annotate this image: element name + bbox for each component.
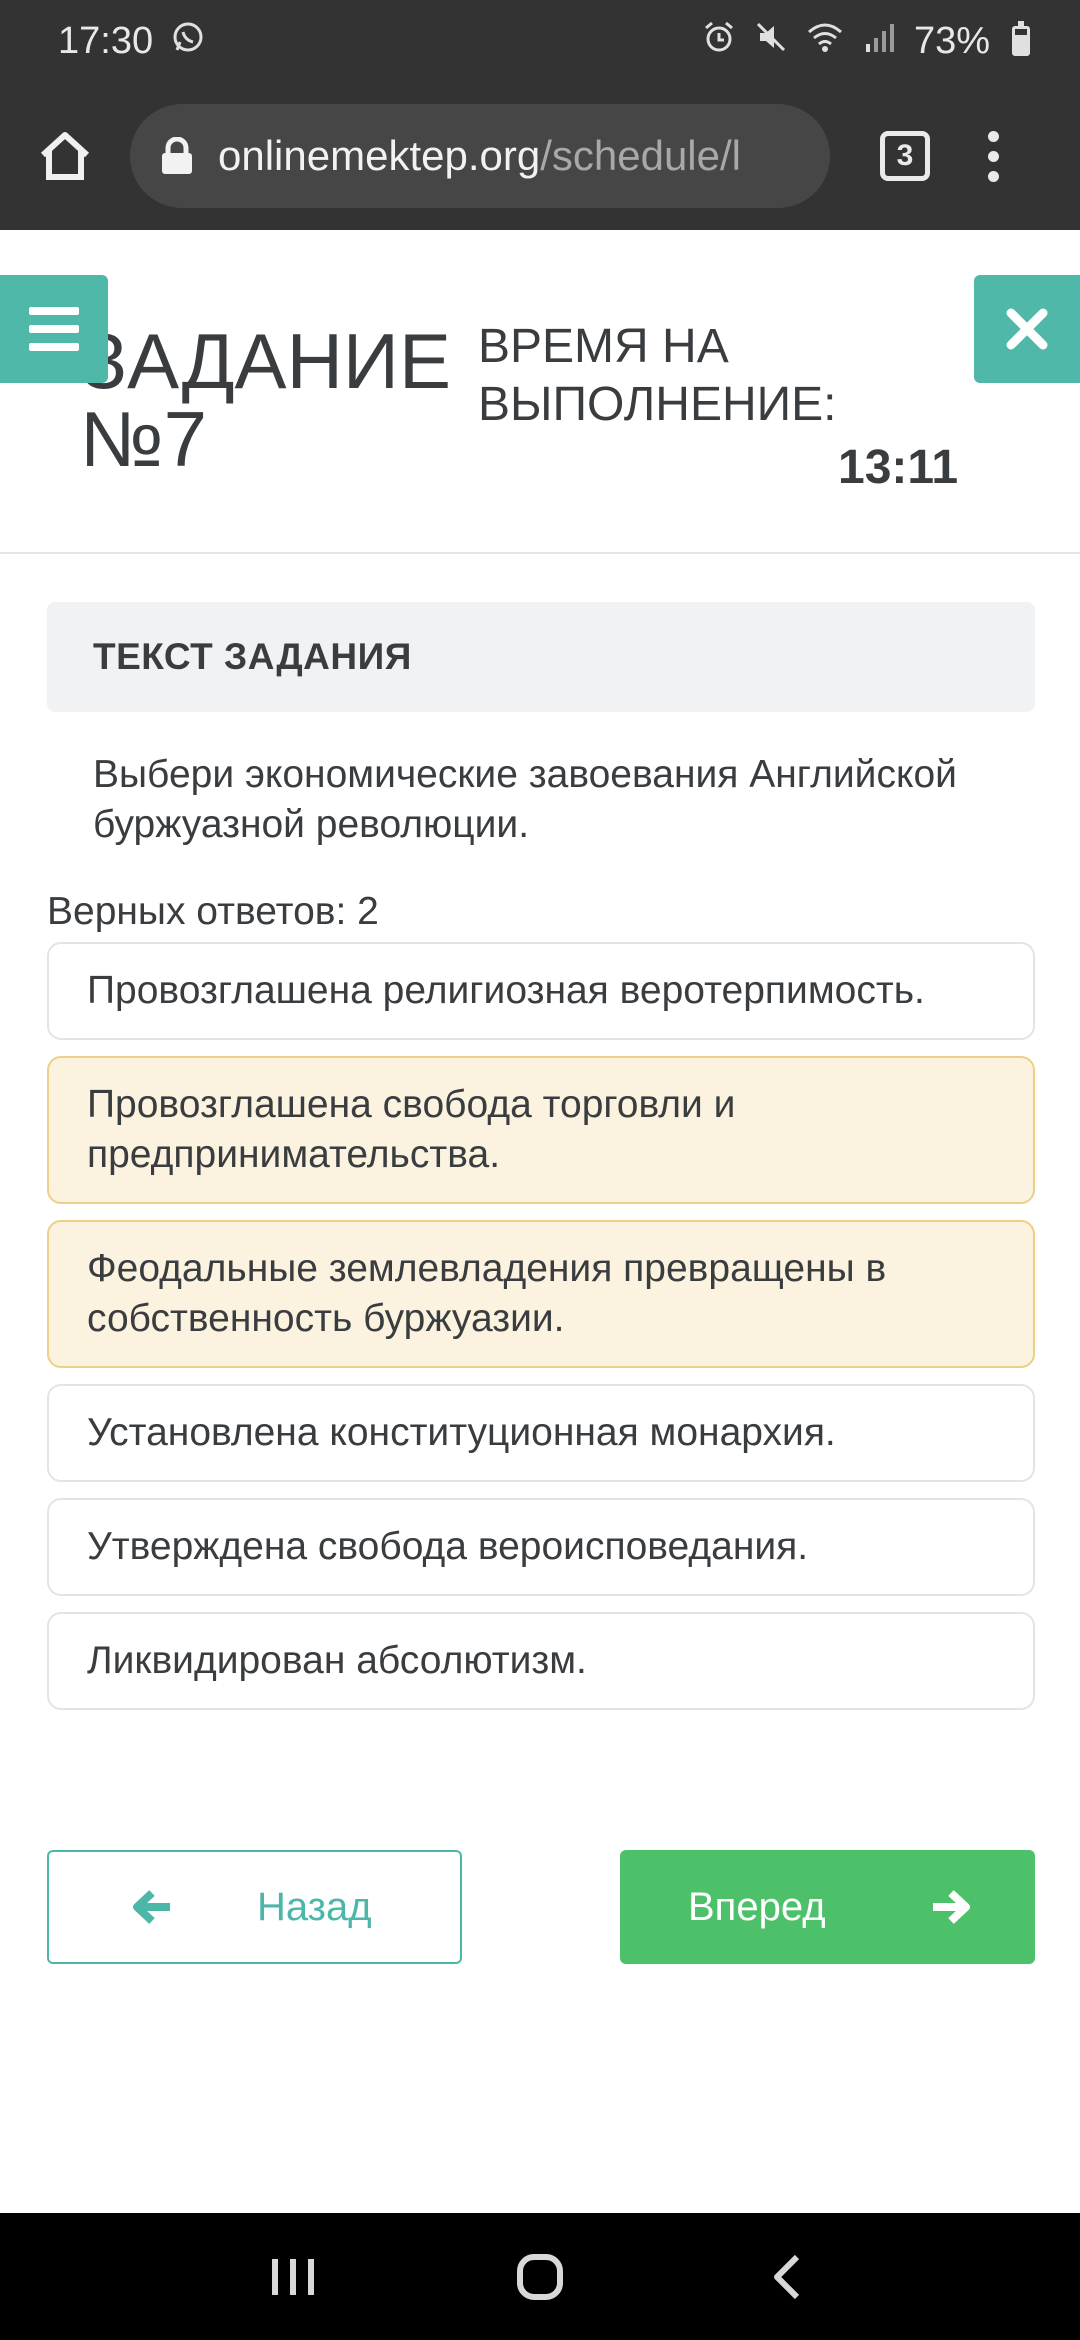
time-label-line2: ВЫПОЛНЕНИЕ:: [478, 378, 837, 431]
page-content: ЗАДАНИЕ №7 ВРЕМЯ НА ВЫПОЛНЕНИЕ: 13:11 ТЕ…: [0, 230, 1080, 2213]
menu-icon[interactable]: [0, 275, 108, 383]
status-time: 17:30: [58, 19, 154, 62]
close-icon: [1006, 308, 1048, 350]
time-label: ВРЕМЯ НА ВЫПОЛНЕНИЕ:: [478, 318, 878, 434]
signal-icon: [862, 20, 896, 62]
time-remaining: 13:11: [838, 441, 959, 494]
home-icon: [40, 132, 90, 180]
task-title: ЗАДАНИЕ №7: [80, 322, 451, 478]
alarm-icon: [702, 20, 736, 62]
header-divider: [0, 552, 1080, 554]
answer-option[interactable]: Провозглашена свобода торговли и предпри…: [47, 1056, 1035, 1204]
home-nav-icon: [516, 2253, 563, 2300]
url-domain: onlinemektep.org: [218, 132, 541, 179]
task-title-line2: №7: [80, 395, 208, 483]
time-label-line1: ВРЕМЯ НА: [478, 320, 729, 373]
status-bar: 17:30 73%: [0, 0, 1080, 82]
browser-toolbar: onlinemektep.org/schedule/l 3: [0, 82, 1080, 230]
battery-percent: 73%: [913, 19, 990, 62]
correct-answers-count: Верных ответов: 2: [47, 890, 379, 933]
system-navigation-bar: [0, 2213, 1080, 2340]
answer-option[interactable]: Установлена конституционная монархия.: [47, 1384, 1035, 1482]
task-text-heading: ТЕКСТ ЗАДАНИЯ: [93, 636, 412, 677]
answer-option-label: Феодальные землевладения превращены в со…: [87, 1247, 887, 1340]
url-path: /schedule/l: [540, 132, 741, 179]
close-button[interactable]: [974, 275, 1080, 383]
lock-icon: [162, 137, 192, 174]
answer-option-label: Ликвидирован абсолютизм.: [87, 1639, 587, 1682]
whatsapp-icon: [171, 20, 205, 62]
back-button[interactable]: Назад: [47, 1850, 462, 1964]
recent-apps-icon: [272, 2258, 315, 2295]
status-left: 17:30: [58, 20, 205, 63]
home-nav-button[interactable]: [490, 2227, 590, 2327]
answer-option[interactable]: Провозглашена религиозная веротерпимость…: [47, 942, 1035, 1040]
task-title-line1: ЗАДАНИЕ: [80, 317, 451, 405]
question-text: Выбери экономические завоевания Английск…: [93, 753, 957, 846]
answer-option-label: Установлена конституционная монархия.: [87, 1411, 836, 1454]
battery-icon: [1012, 21, 1030, 56]
answer-option-label: Провозглашена религиозная веротерпимость…: [87, 969, 925, 1012]
next-button[interactable]: Вперед: [620, 1850, 1035, 1964]
answer-option[interactable]: Утверждена свобода вероисповедания.: [47, 1498, 1035, 1596]
wifi-icon: [806, 20, 844, 62]
answer-option[interactable]: Ликвидирован абсолютизм.: [47, 1612, 1035, 1710]
back-nav-button[interactable]: [737, 2227, 837, 2327]
back-nav-icon: [773, 2254, 799, 2299]
address-bar[interactable]: onlinemektep.org/schedule/l: [130, 104, 830, 208]
answer-option-label: Провозглашена свобода торговли и предпри…: [87, 1083, 736, 1176]
recent-apps-button[interactable]: [243, 2227, 343, 2327]
arrow-left-icon: [133, 1890, 170, 1924]
status-right: 73%: [702, 20, 1030, 63]
answer-option[interactable]: Феодальные землевладения превращены в со…: [47, 1220, 1035, 1368]
arrow-right-icon: [932, 1890, 970, 1924]
next-button-label: Вперед: [688, 1884, 826, 1929]
back-button-label: Назад: [257, 1884, 372, 1929]
browser-menu-icon[interactable]: [988, 130, 999, 182]
tab-switcher-button[interactable]: 3: [880, 131, 930, 181]
answer-options: Провозглашена религиозная веротерпимость…: [47, 942, 1035, 1726]
home-button[interactable]: [0, 82, 130, 230]
mute-icon: [754, 20, 788, 62]
task-text-panel: ТЕКСТ ЗАДАНИЯ: [47, 602, 1035, 712]
answer-option-label: Утверждена свобода вероисповедания.: [87, 1525, 809, 1568]
tab-count: 3: [896, 139, 914, 172]
